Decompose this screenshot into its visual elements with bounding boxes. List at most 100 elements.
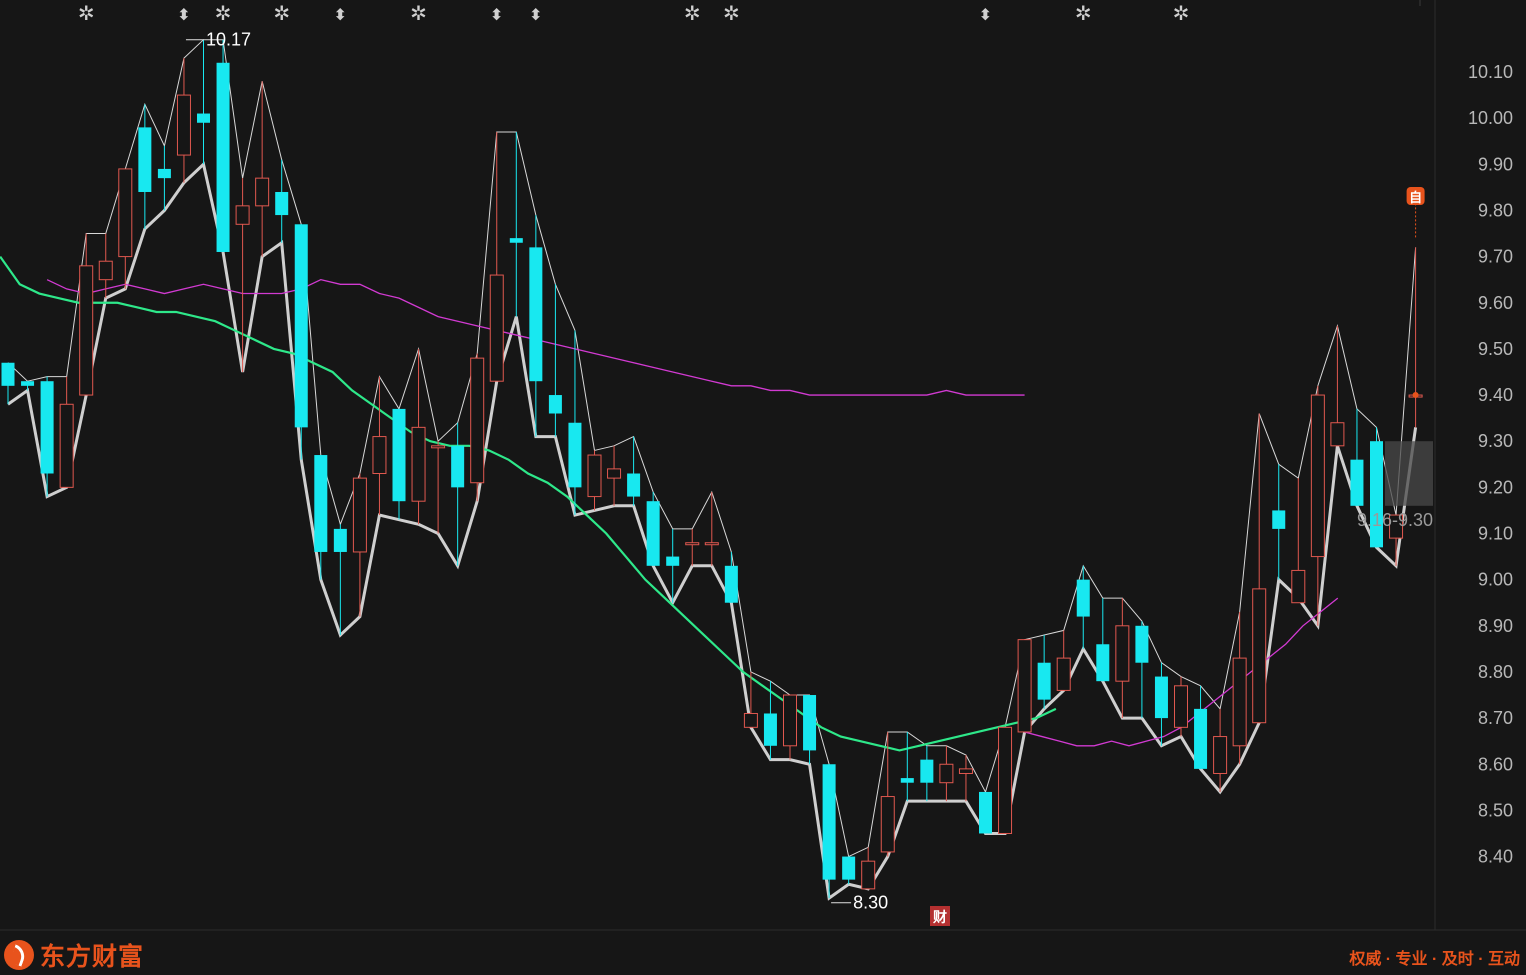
candle-body-up — [1017, 639, 1032, 733]
asterisk-marker-icon: ✲ — [723, 3, 740, 25]
candle-body-up — [607, 468, 622, 479]
y-tick-label: 8.50 — [1478, 800, 1513, 820]
candle-body-down — [21, 381, 35, 386]
candle-body-up — [1330, 422, 1345, 447]
candle-body-down — [1037, 662, 1051, 700]
last-price-dot — [1412, 392, 1419, 399]
candle-body-up — [372, 436, 387, 475]
candle-body-up — [352, 477, 367, 553]
candle-body-up — [958, 768, 973, 774]
candle-body-up — [998, 726, 1013, 834]
y-tick-label: 9.00 — [1478, 570, 1513, 590]
candle-body-down — [197, 113, 210, 123]
candle-body-down — [548, 395, 562, 414]
asterisk-marker-icon: ✲ — [410, 3, 427, 25]
y-tick-label: 9.60 — [1478, 293, 1513, 313]
candle-body-down — [1350, 459, 1364, 506]
candle-body-down — [627, 473, 641, 497]
candle-body-down — [842, 856, 856, 880]
asterisk-marker-icon: ✲ — [78, 3, 95, 25]
candle-body-down — [1135, 625, 1149, 663]
range-label: 9.16-9.30 — [1357, 510, 1433, 530]
candle-body-up — [783, 694, 797, 747]
y-tick-label: 9.80 — [1478, 200, 1513, 220]
brand: 东方财富 — [4, 937, 144, 973]
candle-body-down — [40, 381, 54, 474]
candle-body-up — [1310, 394, 1325, 558]
candle-body-up — [59, 403, 74, 488]
ma-green-line — [0, 255, 1057, 752]
y-tick-label: 10.10 — [1468, 62, 1513, 82]
candle-body-down — [803, 695, 817, 751]
candle-body-down — [1, 362, 15, 386]
candle-body-up — [118, 168, 133, 258]
candle-body-down — [1370, 441, 1383, 548]
candle-body-up — [704, 542, 719, 546]
candle-body-down — [920, 759, 934, 783]
candle-body-up — [489, 274, 504, 382]
candle-body-down — [509, 238, 523, 243]
candle-body-up — [587, 454, 602, 498]
candle-body-down — [822, 764, 836, 880]
asterisk-marker-icon: ✲ — [215, 3, 232, 25]
candle-body-down — [294, 224, 308, 428]
y-tick-label: 10.00 — [1468, 108, 1513, 128]
high-price-label: 10.17 — [206, 30, 251, 50]
chart-stage: 10.10 10.00 9.90 9.80 9.70 9.60 9.50 9.40 9.30 9.… — [0, 0, 1526, 975]
candle-body-down — [314, 455, 328, 552]
y-tick-label: 9.10 — [1478, 524, 1513, 544]
candle-body-down — [666, 556, 680, 566]
self-select-badge-label: 自 — [1409, 190, 1422, 205]
low-price-label: 8.30 — [853, 893, 888, 913]
candle-body-up — [939, 763, 954, 784]
brand-slogan: 权威 · 专业 · 及时 · 互动 — [1349, 951, 1520, 968]
candle-body-up — [176, 94, 191, 156]
candle-body-down — [216, 62, 230, 252]
asterisk-marker-icon: ✲ — [1173, 3, 1190, 25]
candle-body-up — [255, 177, 270, 207]
range-box — [1385, 441, 1433, 506]
candle-body-up — [1115, 625, 1130, 682]
candle-body-down — [333, 528, 347, 552]
candle-body-down — [157, 168, 171, 179]
candle-body-up — [1291, 569, 1306, 604]
candle-body-down — [724, 565, 738, 603]
candle-body-down — [1096, 644, 1110, 682]
updown-arrow-marker-icon: ⬍ — [334, 7, 347, 24]
updown-arrow-marker-icon: ⬍ — [177, 7, 190, 24]
candle-body-down — [1076, 579, 1090, 617]
candle-body-up — [98, 260, 113, 281]
asterisk-marker-icon: ✲ — [273, 3, 290, 25]
candle-body-up — [861, 860, 876, 890]
y-tick-label: 9.40 — [1478, 385, 1513, 405]
candle-body-down — [568, 422, 582, 488]
eastmoney-logo-icon — [4, 940, 34, 970]
y-tick-label: 8.90 — [1478, 616, 1513, 636]
y-tick-label: 9.20 — [1478, 477, 1513, 497]
y-tick-label: 8.80 — [1478, 662, 1513, 682]
candle-body-up — [1174, 685, 1188, 728]
y-tick-label: 9.30 — [1478, 431, 1513, 451]
candle-body-up — [1056, 657, 1071, 691]
candlestick-chart[interactable]: 10.10 10.00 9.90 9.80 9.70 9.60 9.50 9.40 9.30 9.… — [0, 0, 1526, 975]
candle-body-down — [275, 191, 289, 216]
candle-body-down — [138, 127, 152, 192]
candle-body-down — [451, 445, 465, 488]
y-tick-label: 9.90 — [1478, 154, 1513, 174]
candle-body-up — [880, 796, 895, 853]
candle-body-up — [79, 265, 94, 396]
candle-body-down — [1194, 708, 1208, 769]
candle-body-down — [646, 501, 660, 566]
candle-body-down — [979, 791, 992, 834]
brand-name: 东方财富 — [40, 943, 145, 971]
y-tick-label: 8.40 — [1478, 847, 1513, 867]
y-tick-label: 8.60 — [1478, 754, 1513, 774]
asterisk-marker-icon: ✲ — [1075, 3, 1092, 25]
updown-arrow-marker-icon: ⬍ — [490, 7, 503, 24]
candle-body-up — [685, 542, 700, 546]
y-tick-label: 9.50 — [1478, 339, 1513, 359]
finance-badge-label: 财 — [932, 909, 947, 925]
candle-body-down — [392, 408, 406, 502]
candle-body-up — [470, 357, 485, 484]
candle-body-up — [1252, 588, 1267, 724]
